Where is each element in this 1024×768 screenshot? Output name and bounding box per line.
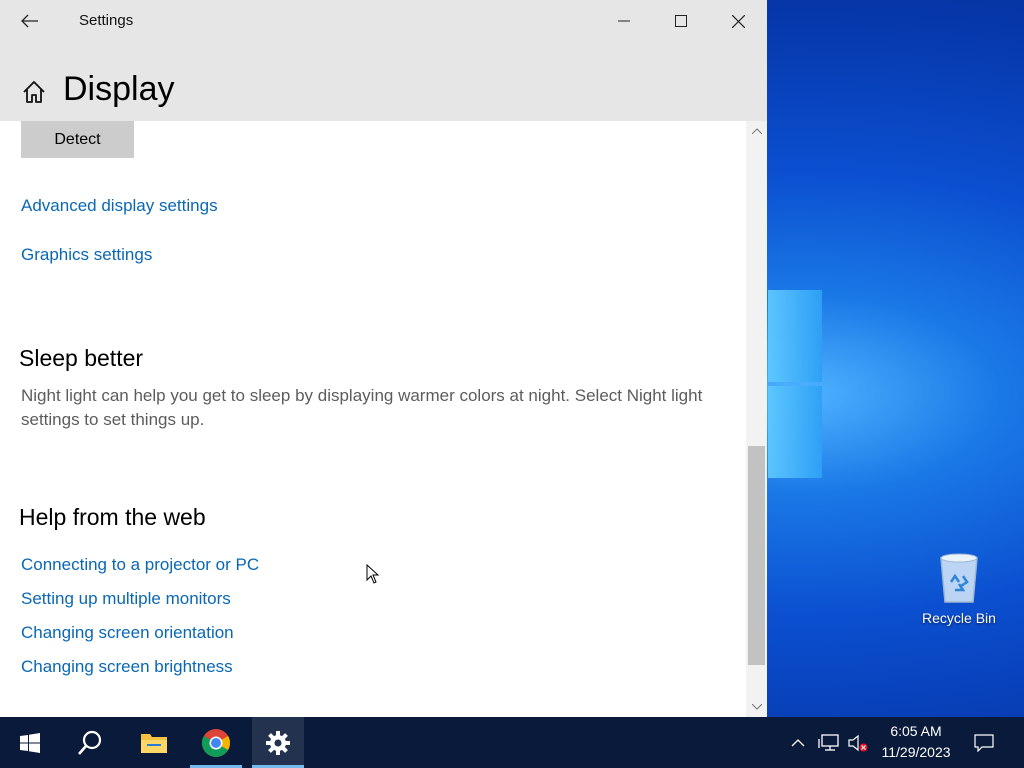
settings-content: Detect Advanced display settings Graphic… [0,121,746,717]
volume-button[interactable] [846,717,870,768]
title-bar: Settings [0,0,767,42]
page-header: Display [0,42,767,121]
help-link-projector[interactable]: Connecting to a projector or PC [21,555,259,575]
settings-window: Settings Display Detect Advanced display… [0,0,767,717]
recycle-bin-icon [935,552,983,604]
minimize-button[interactable] [596,0,652,42]
network-button[interactable] [816,717,842,768]
advanced-display-settings-link[interactable]: Advanced display settings [21,196,218,216]
close-button[interactable] [710,0,766,42]
sleep-better-description: Night light can help you get to sleep by… [21,386,703,429]
search-button[interactable] [64,717,116,768]
search-icon [78,730,102,755]
file-explorer-button[interactable] [128,717,180,768]
chevron-down-icon [751,704,762,710]
graphics-settings-link[interactable]: Graphics settings [21,245,152,265]
recycle-bin[interactable]: Recycle Bin [916,552,1002,626]
minimize-icon [618,20,630,22]
scroll-up-button[interactable] [746,122,767,140]
volume-muted-icon [848,734,868,751]
show-hidden-icons-button[interactable] [786,717,810,768]
maximize-button[interactable] [653,0,709,42]
help-link-screen-brightness[interactable]: Changing screen brightness [21,657,233,677]
help-link-screen-orientation[interactable]: Changing screen orientation [21,623,234,643]
clock-date: 11/29/2023 [881,744,951,760]
chrome-button[interactable] [190,717,242,768]
start-icon [20,732,40,753]
window-title: Settings [79,12,134,29]
close-icon [731,14,745,28]
detect-button[interactable]: Detect [21,121,134,158]
taskbar: 6:05 AM 11/29/2023 [0,717,1024,768]
back-button[interactable] [14,8,46,34]
maximize-icon [675,15,687,27]
notification-icon [974,733,994,752]
mouse-cursor-icon [366,564,380,584]
settings-button[interactable] [252,717,304,768]
settings-icon [266,730,290,755]
clock[interactable]: 6:05 AM 11/29/2023 [870,721,962,763]
action-center-button[interactable] [968,717,1000,768]
home-icon [23,81,45,103]
scroll-down-button[interactable] [746,698,767,716]
chrome-icon [202,728,230,757]
home-button[interactable] [21,79,47,105]
start-button[interactable] [4,717,56,768]
page-title: Display [63,70,175,108]
help-from-web-heading: Help from the web [19,504,206,530]
file-explorer-icon [141,733,167,753]
help-link-multiple-monitors[interactable]: Setting up multiple monitors [21,589,231,609]
chevron-up-icon [791,738,805,746]
back-arrow-icon [21,14,38,28]
scrollbar-thumb[interactable] [748,446,765,665]
sleep-better-heading: Sleep better [19,345,144,371]
network-icon [818,733,839,751]
chevron-up-icon [751,128,762,134]
recycle-bin-label: Recycle Bin [922,610,996,626]
windows-logo-wallpaper [768,290,822,480]
clock-time: 6:05 AM [890,723,942,739]
